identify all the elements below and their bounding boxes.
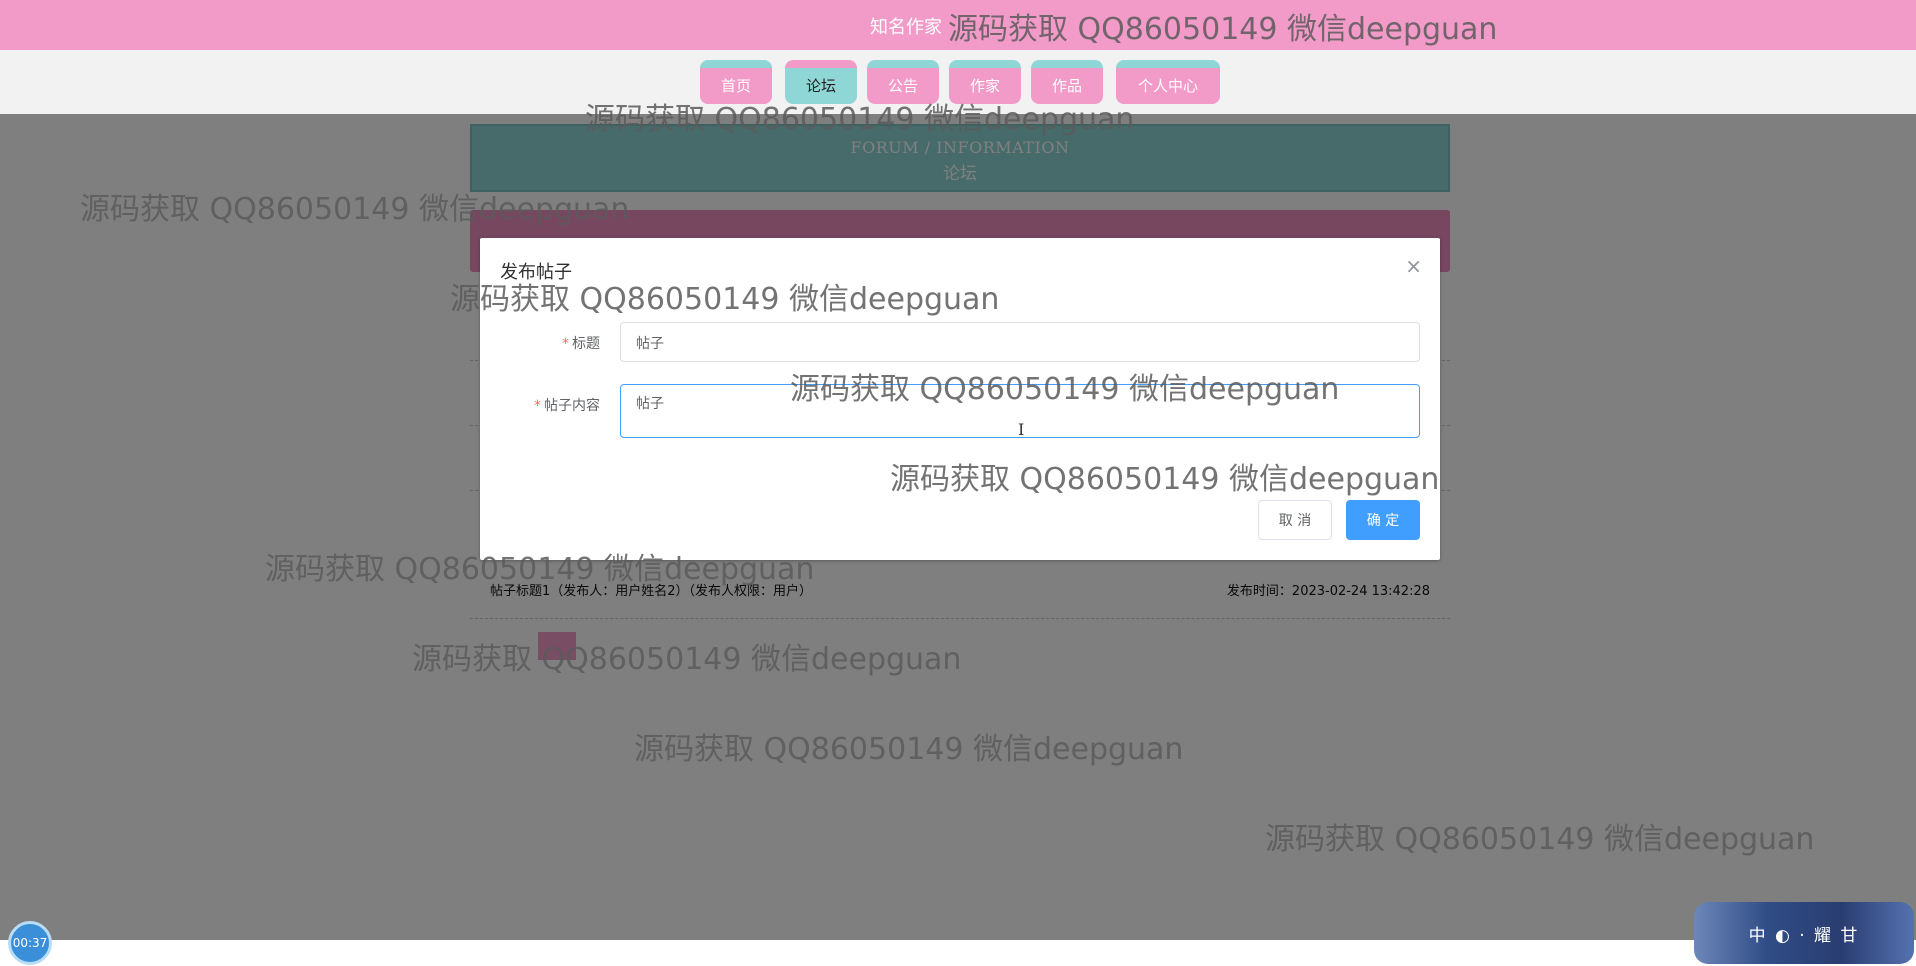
cancel-button[interactable]: 取 消 (1258, 500, 1332, 540)
nav-item-user-center[interactable]: 个人中心 (1116, 60, 1220, 104)
nav-item-works[interactable]: 作品 (1031, 60, 1103, 104)
nav-item-home[interactable]: 首页 (700, 60, 772, 104)
nav-item-forum[interactable]: 论坛 (785, 60, 857, 104)
title-input[interactable]: 帖子 (620, 322, 1420, 362)
top-header: 知名作家 (0, 0, 1916, 50)
timer-badge[interactable]: 00:37 (8, 921, 52, 965)
site-title: 知名作家 (870, 17, 942, 38)
content-label: * 帖子内容 (534, 398, 600, 414)
title-label: * 标题 (562, 336, 600, 352)
text-cursor-icon: I (1018, 420, 1025, 439)
nav-bar: 首页 论坛 公告 作家 作品 个人中心 (0, 50, 1916, 114)
ime-badge[interactable]: 中 ◐ · 耀 甘 (1694, 902, 1914, 964)
nav-item-notice[interactable]: 公告 (867, 60, 939, 104)
confirm-button[interactable]: 确 定 (1346, 500, 1420, 540)
publish-post-dialog: 发布帖子 × * 标题 帖子 * 帖子内容 帖子 取 消 确 定 (480, 238, 1440, 560)
close-icon[interactable]: × (1405, 254, 1422, 278)
dialog-title: 发布帖子 (500, 262, 572, 283)
nav-item-writer[interactable]: 作家 (949, 60, 1021, 104)
bottom-bar (0, 940, 1916, 966)
